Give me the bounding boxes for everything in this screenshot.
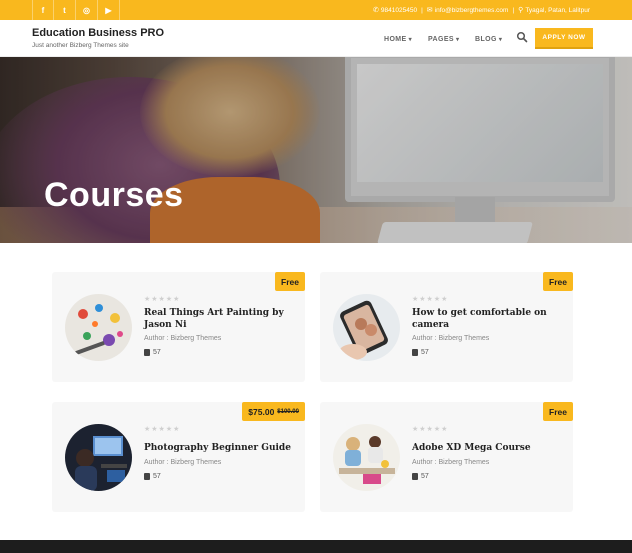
book-icon xyxy=(412,349,418,356)
course-lessons: 57 xyxy=(412,349,429,356)
instagram-icon[interactable]: ◎ xyxy=(76,0,98,20)
course-thumbnail[interactable] xyxy=(333,294,400,361)
location-icon: ⚲ xyxy=(518,7,524,14)
lessons-count: 57 xyxy=(153,349,161,356)
site-tagline: Just another Bizberg Themes site xyxy=(32,42,129,49)
course-author: Author : Bizberg Themes xyxy=(412,459,490,466)
book-icon xyxy=(412,473,418,480)
nav-blog[interactable]: BLOG ▾ xyxy=(475,36,502,43)
price-badge: Free xyxy=(275,272,305,291)
contact-info: ✆ 9841025450 | ✉ info@bizbergthemes.com … xyxy=(373,0,590,20)
chevron-down-icon: ▾ xyxy=(408,37,413,43)
lessons-count: 57 xyxy=(421,349,429,356)
nav-home-label: HOME xyxy=(384,36,407,43)
top-bar: f t ◎ ▶ ✆ 9841025450 | ✉ info@bizbergthe… xyxy=(0,0,632,20)
course-title[interactable]: Photography Beginner Guide xyxy=(144,442,294,454)
price-badge: $75.00 $100.00 xyxy=(242,402,305,421)
address: Tyagal, Patan, Lalitpur xyxy=(525,6,590,14)
email-icon: ✉ xyxy=(426,7,433,14)
course-thumbnail[interactable] xyxy=(65,294,132,361)
hero-overlay xyxy=(0,57,632,243)
twitter-icon[interactable]: t xyxy=(54,0,76,20)
rating-stars: ★★★★★ xyxy=(144,426,181,433)
price-badge: Free xyxy=(543,272,573,291)
phone-icon: ✆ xyxy=(373,7,379,14)
course-title[interactable]: Adobe XD Mega Course xyxy=(412,442,562,454)
facebook-icon[interactable]: f xyxy=(32,0,54,20)
course-title[interactable]: Real Things Art Painting by Jason Ni xyxy=(144,307,294,331)
email-address[interactable]: info@bizbergthemes.com xyxy=(435,7,509,14)
course-thumbnail[interactable] xyxy=(333,424,400,491)
course-lessons: 57 xyxy=(412,473,429,480)
course-thumbnail[interactable] xyxy=(65,424,132,491)
course-card[interactable]: ★★★★★ How to get comfortable on camera A… xyxy=(320,272,573,382)
nav-pages[interactable]: PAGES ▾ xyxy=(428,36,459,43)
price-value: Free xyxy=(281,276,299,287)
price-value: Free xyxy=(549,406,567,417)
course-lessons: 57 xyxy=(144,349,161,356)
chevron-down-icon: ▾ xyxy=(456,37,460,43)
rating-stars: ★★★★★ xyxy=(144,296,181,303)
separator: | xyxy=(512,6,515,14)
price-value: $75.00 xyxy=(248,406,275,417)
phone-number[interactable]: 9841025450 xyxy=(381,7,417,14)
course-card[interactable]: ★★★★★ Adobe XD Mega Course Author : Bizb… xyxy=(320,402,573,512)
course-author: Author : Bizberg Themes xyxy=(412,335,490,342)
course-card[interactable]: ★★★★★ Photography Beginner Guide Author … xyxy=(52,402,305,512)
course-author: Author : Bizberg Themes xyxy=(144,335,222,342)
site-footer xyxy=(0,540,632,553)
page-title: Courses xyxy=(44,176,184,214)
price-badge: Free xyxy=(543,402,573,421)
price-original: $100.00 xyxy=(277,408,299,415)
apply-now-button[interactable]: APPLY NOW xyxy=(535,28,593,47)
lessons-count: 57 xyxy=(421,473,429,480)
separator: | xyxy=(421,6,423,14)
site-header: Education Business PRO Just another Bizb… xyxy=(0,20,632,57)
rating-stars: ★★★★★ xyxy=(412,296,449,303)
course-card[interactable]: ★★★★★ Real Things Art Painting by Jason … xyxy=(52,272,305,382)
price-value: Free xyxy=(549,276,567,287)
nav-blog-label: BLOG xyxy=(475,36,497,43)
rating-stars: ★★★★★ xyxy=(412,426,449,433)
youtube-icon[interactable]: ▶ xyxy=(98,0,120,20)
lessons-count: 57 xyxy=(153,473,161,480)
book-icon xyxy=(144,473,150,480)
course-lessons: 57 xyxy=(144,473,161,480)
course-author: Author : Bizberg Themes xyxy=(144,459,222,466)
hero-banner: Courses xyxy=(0,57,632,243)
chevron-down-icon: ▾ xyxy=(498,37,503,43)
nav-pages-label: PAGES xyxy=(428,36,454,43)
book-icon xyxy=(144,349,150,356)
nav-home[interactable]: HOME ▾ xyxy=(384,36,412,43)
course-title[interactable]: How to get comfortable on camera xyxy=(412,307,562,331)
site-title[interactable]: Education Business PRO xyxy=(32,27,164,39)
search-icon[interactable] xyxy=(516,31,528,43)
